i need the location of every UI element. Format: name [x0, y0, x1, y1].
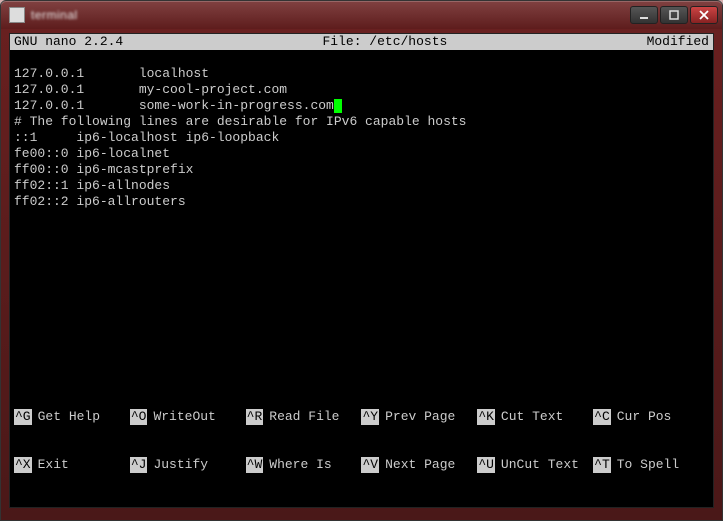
editor-line: ff00::0 ip6-mcastprefix [14, 162, 709, 178]
shortcut-cell: ^X Exit [14, 457, 130, 473]
minimize-icon [639, 10, 649, 20]
shortcut-cell: ^W Where Is [246, 457, 362, 473]
window-controls [630, 6, 718, 24]
minimize-button[interactable] [630, 6, 658, 24]
close-button[interactable] [690, 6, 718, 24]
close-icon [699, 10, 709, 20]
shortcut-cell: ^V Next Page [361, 457, 477, 473]
editor-line: 127.0.0.1 localhost [14, 66, 709, 82]
editor-line: # The following lines are desirable for … [14, 114, 709, 130]
shortcut-row: ^G Get Help ^O WriteOut ^R Read File ^Y Prev Pa… [14, 409, 709, 425]
shortcut-cell: ^J Justify [130, 457, 246, 473]
titlebar[interactable]: terminal [1, 1, 722, 29]
shortcut-key: ^C [593, 409, 611, 425]
shortcut-key: ^X [14, 457, 32, 473]
nano-status: Modified [647, 34, 709, 50]
shortcut-cell: ^U UnCut Text [477, 457, 593, 473]
shortcut-label: Exit [38, 457, 69, 473]
shortcut-cell: ^K Cut Text [477, 409, 593, 425]
editor-line: 127.0.0.1 some-work-in-progress.com [14, 98, 709, 114]
app-icon [9, 7, 25, 23]
editor-body[interactable]: 127.0.0.1 localhost127.0.0.1 my-cool-pro… [10, 50, 713, 377]
window-title: terminal [31, 8, 78, 22]
nano-header: GNU nano 2.2.4 File: /etc/hosts Modified [10, 34, 713, 50]
nano-version: GNU nano 2.2.4 [14, 34, 123, 50]
shortcut-row: ^X Exit ^J Justify ^W Where Is ^V Next Page ^U Un… [14, 457, 709, 473]
shortcut-cell: ^G Get Help [14, 409, 130, 425]
editor-line: ff02::1 ip6-allnodes [14, 178, 709, 194]
shortcut-key: ^G [14, 409, 32, 425]
app-window: terminal GNU nano 2.2.4 File: /etc/hosts… [0, 0, 723, 521]
nano-file-label: File: /etc/hosts [123, 34, 646, 50]
shortcut-key: ^T [593, 457, 611, 473]
editor-line: fe00::0 ip6-localnet [14, 146, 709, 162]
shortcut-key: ^K [477, 409, 495, 425]
shortcut-label: Get Help [38, 409, 100, 425]
maximize-icon [669, 10, 679, 20]
shortcut-label: Cut Text [501, 409, 563, 425]
editor-line: 127.0.0.1 my-cool-project.com [14, 82, 709, 98]
nano-footer: ^G Get Help ^O WriteOut ^R Read File ^Y Prev Pa… [10, 377, 713, 507]
shortcut-key: ^W [246, 457, 264, 473]
shortcut-key: ^Y [361, 409, 379, 425]
shortcut-label: Justify [153, 457, 208, 473]
shortcut-cell: ^Y Prev Page [361, 409, 477, 425]
shortcut-key: ^V [361, 457, 379, 473]
shortcut-cell: ^R Read File [246, 409, 362, 425]
shortcut-key: ^R [246, 409, 264, 425]
shortcut-key: ^J [130, 457, 148, 473]
shortcut-label: Read File [269, 409, 339, 425]
shortcut-key: ^U [477, 457, 495, 473]
terminal[interactable]: GNU nano 2.2.4 File: /etc/hosts Modified… [9, 33, 714, 508]
shortcut-cell: ^C Cur Pos [593, 409, 709, 425]
cursor [334, 99, 342, 113]
editor-line: ff02::2 ip6-allrouters [14, 194, 709, 210]
shortcut-cell: ^T To Spell [593, 457, 709, 473]
shortcut-label: Next Page [385, 457, 455, 473]
shortcut-label: Where Is [269, 457, 331, 473]
maximize-button[interactable] [660, 6, 688, 24]
shortcut-key: ^O [130, 409, 148, 425]
shortcut-label: WriteOut [153, 409, 215, 425]
shortcut-label: To Spell [617, 457, 679, 473]
editor-line: ::1 ip6-localhost ip6-loopback [14, 130, 709, 146]
shortcut-label: UnCut Text [501, 457, 579, 473]
shortcut-cell: ^O WriteOut [130, 409, 246, 425]
title-left: terminal [9, 7, 78, 23]
shortcut-label: Cur Pos [617, 409, 672, 425]
shortcut-label: Prev Page [385, 409, 455, 425]
